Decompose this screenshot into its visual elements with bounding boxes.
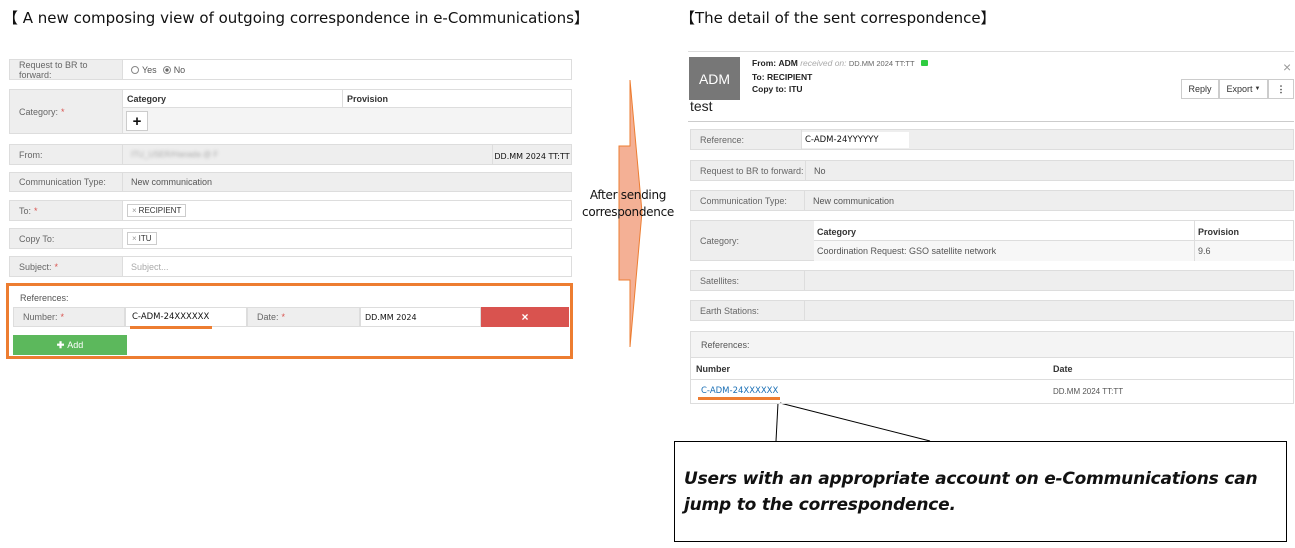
close-icon[interactable]: × [1283, 59, 1291, 75]
reference-link-underline [698, 397, 780, 400]
comm-type-label: Communication Type: [691, 191, 805, 210]
satellites-row: Satellites: [690, 270, 1294, 291]
callout-line-1: Users with an appropriate account on e-C… [684, 469, 1258, 489]
reference-link[interactable]: C-ADM-24XXXXXX [691, 386, 1053, 396]
callout-pointer-side [779, 402, 931, 442]
callout-line-2: jump to the correspondence. [684, 495, 956, 515]
reference-date: DD.MM 2024 TT:TT [1053, 386, 1124, 396]
callout-box: Users with an appropriate account on e-C… [674, 441, 1287, 542]
earth-stations-label: Earth Stations: [691, 301, 805, 320]
provision-column-header: Provision [1198, 227, 1240, 237]
reference-value: C-ADM-24YYYYYY [802, 131, 909, 148]
request-forward-label: Request to BR to forward: [691, 161, 806, 180]
earth-stations-row: Earth Stations: [690, 300, 1294, 321]
comm-type-value: New communication [813, 195, 895, 206]
category-column-header: Category [814, 221, 1195, 240]
reply-button[interactable]: Reply [1181, 79, 1219, 99]
category-label: Category: [691, 221, 814, 260]
request-forward-value: No [814, 165, 826, 176]
category-value: Coordination Request: GSO satellite netw… [814, 241, 1195, 261]
number-column-header: Number [696, 363, 731, 374]
references-table: References: Number Date C-ADM-24XXXXXX D… [690, 331, 1294, 404]
more-options-button[interactable]: ⋮ [1268, 79, 1294, 99]
callout-pointer [775, 402, 779, 442]
caret-down-icon: ▼ [1254, 86, 1261, 92]
right-panel-title: 【The detail of the sent correspondence】 [680, 9, 996, 27]
references-label: References: [691, 332, 1293, 358]
to-line: To: RECIPIENT [752, 71, 813, 82]
reference-label: Reference: [691, 130, 802, 149]
satellites-label: Satellites: [691, 271, 805, 290]
comm-type-row: Communication Type: New communication [690, 190, 1294, 211]
arrow-label: After sending correspondence [582, 188, 674, 219]
date-column-header: Date [1053, 363, 1073, 374]
lock-icon [920, 60, 928, 66]
copy-line: Copy to: ITU [752, 84, 803, 94]
message-header: From: ADM received on: DD.MM 2024 TT:TT … [752, 57, 928, 96]
avatar: ADM [689, 57, 740, 100]
message-subject: test [690, 98, 713, 114]
export-button[interactable]: Export ▼ [1219, 79, 1268, 99]
reference-row: Reference: C-ADM-24YYYYYY [690, 129, 1294, 150]
request-forward-row: Request to BR to forward: No [690, 160, 1294, 181]
category-row: Category: Category Provision Coordinatio… [690, 220, 1294, 261]
provision-value: 9.6 [1198, 246, 1211, 256]
